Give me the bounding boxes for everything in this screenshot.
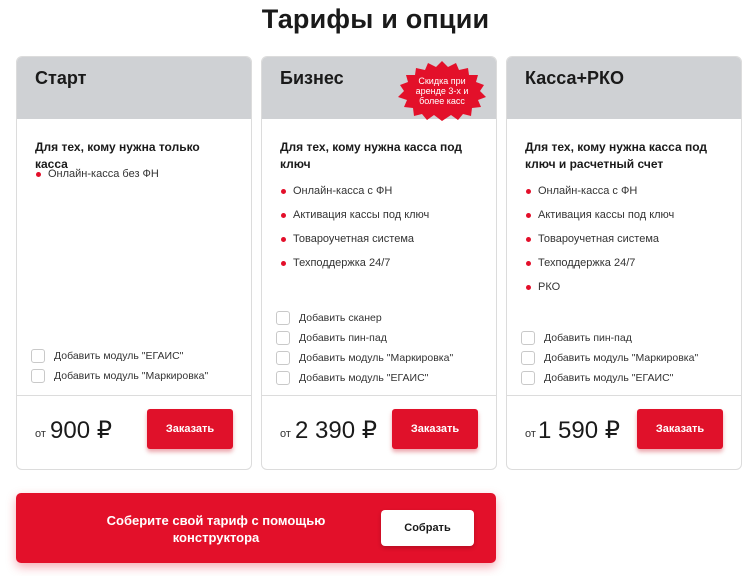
checkbox-icon[interactable] <box>31 369 45 383</box>
feature-item: Товароучетная система <box>525 233 674 257</box>
feature-label: Товароучетная система <box>293 233 415 245</box>
plan-card-body: Для тех, кому нужна касса под ключ и рас… <box>507 119 741 397</box>
plan-card-footer: от 1 590 ₽ Заказать <box>507 395 741 469</box>
feature-list: Онлайн-касса с ФН Активация кассы под кл… <box>525 185 674 305</box>
option-list: Добавить пин-пад Добавить модуль "Маркир… <box>521 328 698 388</box>
feature-item: Техподдержка 24/7 <box>280 257 429 281</box>
price-value: 2 390 ₽ <box>295 417 377 444</box>
bullet-icon <box>526 261 531 266</box>
plan-card-start: Старт Для тех, кому нужна только касса О… <box>16 56 252 470</box>
bullet-icon <box>526 189 531 194</box>
option-label: Добавить модуль "Маркировка" <box>299 352 454 364</box>
checkbox-icon[interactable] <box>31 349 45 363</box>
page-title: Тарифы и опции <box>261 4 490 34</box>
bullet-icon <box>526 285 531 290</box>
bullet-icon <box>281 237 286 242</box>
plan-name: Касса+РКО <box>525 68 624 88</box>
checkbox-icon[interactable] <box>276 371 290 385</box>
plan-card-header: Старт <box>17 57 251 119</box>
feature-item: Активация кассы под ключ <box>525 209 674 233</box>
feature-item: РКО <box>525 281 674 305</box>
bullet-icon <box>281 213 286 218</box>
bullet-icon <box>526 237 531 242</box>
checkbox-icon[interactable] <box>521 371 535 385</box>
option-label: Добавить пин-пад <box>544 332 632 344</box>
feature-label: Активация кассы под ключ <box>293 209 430 221</box>
option-list: Добавить модуль "ЕГАИС" Добавить модуль … <box>31 346 208 386</box>
option-label: Добавить модуль "ЕГАИС" <box>54 350 184 362</box>
plan-card-body: Для тех, кому нужна касса под ключ Онлай… <box>262 119 496 397</box>
feature-list: Онлайн-касса без ФН <box>35 168 159 192</box>
plan-card-kassa-rko: Касса+РКО Для тех, кому нужна касса под … <box>506 56 742 470</box>
discount-badge: Скидка при аренде 3-х и более касс <box>394 60 490 122</box>
option-label: Добавить сканер <box>299 312 382 324</box>
checkbox-icon[interactable] <box>521 331 535 345</box>
build-tariff-button[interactable]: Собрать <box>381 510 474 546</box>
bullet-icon <box>526 213 531 218</box>
checkbox-icon[interactable] <box>276 351 290 365</box>
option-item[interactable]: Добавить модуль "ЕГАИС" <box>276 368 453 388</box>
price-value: 1 590 ₽ <box>538 417 620 444</box>
checkbox-icon[interactable] <box>276 311 290 325</box>
plan-card-business: Бизнес Скидка при аренде 3-х и более кас… <box>261 56 497 470</box>
plan-description: Для тех, кому нужна касса под ключ и рас… <box>525 140 708 171</box>
option-item[interactable]: Добавить модуль "ЕГАИС" <box>31 346 208 366</box>
price-prefix: от <box>35 428 46 440</box>
price-prefix: от <box>280 428 291 440</box>
order-button[interactable]: Заказать <box>637 409 723 449</box>
bullet-icon <box>36 172 41 177</box>
feature-label: Онлайн-касса без ФН <box>48 168 159 180</box>
plan-card-footer: от 900 ₽ Заказать <box>17 395 251 469</box>
feature-list: Онлайн-касса с ФН Активация кассы под кл… <box>280 185 429 281</box>
plan-name: Бизнес <box>280 68 344 88</box>
option-label: Добавить модуль "ЕГАИС" <box>544 372 674 384</box>
checkbox-icon[interactable] <box>276 331 290 345</box>
feature-label: Активация кассы под ключ <box>538 209 675 221</box>
option-item[interactable]: Добавить пин-пад <box>521 328 698 348</box>
feature-item: Товароучетная система <box>280 233 429 257</box>
feature-label: Товароучетная система <box>538 233 660 245</box>
banner-text: Соберите свой тариф с помощью конструкто… <box>106 513 326 545</box>
plan-description: Для тех, кому нужна касса под ключ <box>280 140 463 171</box>
option-label: Добавить модуль "Маркировка" <box>544 352 699 364</box>
option-item[interactable]: Добавить модуль "Маркировка" <box>521 348 698 368</box>
feature-item: Онлайн-касса без ФН <box>35 168 159 192</box>
option-item[interactable]: Добавить пин-пад <box>276 328 453 348</box>
feature-item: Онлайн-касса с ФН <box>525 185 674 209</box>
bullet-icon <box>281 189 286 194</box>
option-list: Добавить сканер Добавить пин-пад Добавит… <box>276 308 453 388</box>
constructor-banner: Соберите свой тариф с помощью конструкто… <box>16 493 496 563</box>
option-label: Добавить пин-пад <box>299 332 387 344</box>
bullet-icon <box>281 261 286 266</box>
plan-card-header: Касса+РКО <box>507 57 741 119</box>
feature-label: Техподдержка 24/7 <box>293 257 391 269</box>
checkbox-icon[interactable] <box>521 351 535 365</box>
feature-item: Техподдержка 24/7 <box>525 257 674 281</box>
order-button[interactable]: Заказать <box>392 409 478 449</box>
feature-item: Онлайн-касса с ФН <box>280 185 429 209</box>
discount-badge-text: Скидка при аренде 3-х и более касс <box>415 76 469 106</box>
option-label: Добавить модуль "Маркировка" <box>54 370 209 382</box>
price-value: 900 ₽ <box>50 417 112 444</box>
feature-label: Техподдержка 24/7 <box>538 257 636 269</box>
feature-label: Онлайн-касса с ФН <box>293 185 393 197</box>
plan-card-body: Для тех, кому нужна только касса Онлайн-… <box>17 119 251 397</box>
plan-card-footer: от 2 390 ₽ Заказать <box>262 395 496 469</box>
option-item[interactable]: Добавить модуль "ЕГАИС" <box>521 368 698 388</box>
feature-label: Онлайн-касса с ФН <box>538 185 638 197</box>
plan-name: Старт <box>35 68 87 88</box>
price-prefix: от <box>525 428 536 440</box>
option-item[interactable]: Добавить модуль "Маркировка" <box>276 348 453 368</box>
feature-item: Активация кассы под ключ <box>280 209 429 233</box>
order-button[interactable]: Заказать <box>147 409 233 449</box>
feature-label: РКО <box>538 281 561 293</box>
option-item[interactable]: Добавить модуль "Маркировка" <box>31 366 208 386</box>
option-item[interactable]: Добавить сканер <box>276 308 453 328</box>
option-label: Добавить модуль "ЕГАИС" <box>299 372 429 384</box>
